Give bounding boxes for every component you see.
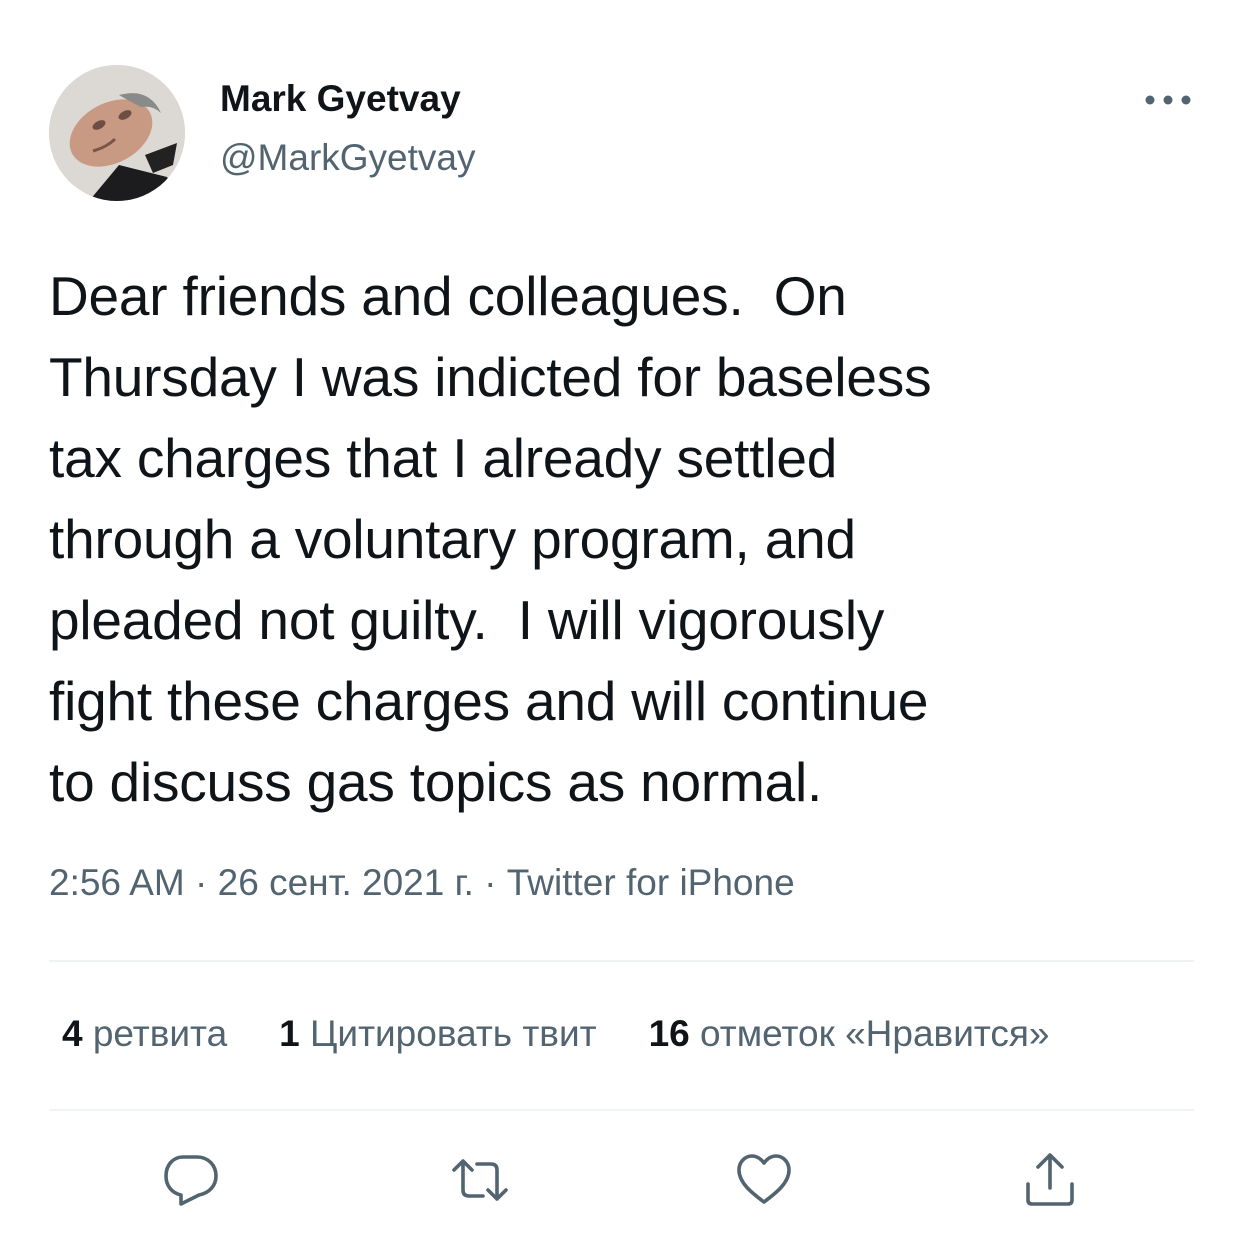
author-name[interactable]: Mark Gyetvay <box>220 78 461 120</box>
tweet-text-line: tax charges that I already settled <box>49 427 838 489</box>
reply-button[interactable] <box>161 1150 221 1210</box>
tweet-text-line: Dear friends and colleagues. On <box>49 265 847 327</box>
tweet-text: Dear friends and colleagues. On Thursday… <box>49 256 1199 823</box>
more-options-button[interactable] <box>1136 84 1200 116</box>
tweet-time[interactable]: 2:56 AM <box>49 862 185 903</box>
tweet-source[interactable]: Twitter for iPhone <box>507 862 795 903</box>
avatar-photo <box>49 65 185 201</box>
quotes-label: Цитировать твит <box>299 1013 597 1054</box>
meta-separator: · <box>473 862 507 903</box>
reply-icon <box>164 1155 218 1206</box>
tweet-card: Mark Gyetvay @MarkGyetvay Dear friends a… <box>0 0 1242 1242</box>
retweets-count: 4 <box>62 1013 83 1054</box>
tweet-text-line: pleaded not guilty. I will vigorously <box>49 589 885 651</box>
like-button[interactable] <box>734 1150 794 1210</box>
meta-separator: · <box>184 862 218 903</box>
divider <box>49 1109 1194 1111</box>
quotes-stat[interactable]: 1 Цитировать твит <box>279 1013 596 1055</box>
more-icon <box>1145 95 1191 105</box>
tweet-text-line: fight these charges and will continue <box>49 670 929 732</box>
share-icon <box>1026 1153 1074 1206</box>
tweet-text-line: Thursday I was indicted for baseless <box>49 346 932 408</box>
retweets-stat[interactable]: 4 ретвита <box>62 1013 227 1055</box>
avatar[interactable] <box>49 65 185 201</box>
retweet-button[interactable] <box>450 1150 510 1210</box>
retweet-icon <box>452 1159 508 1201</box>
tweet-date[interactable]: 26 сент. 2021 г. <box>218 862 474 903</box>
quotes-count: 1 <box>279 1013 300 1054</box>
divider <box>49 960 1194 962</box>
likes-stat[interactable]: 16 отметок «Нравится» <box>649 1013 1050 1055</box>
tweet-text-line: through a voluntary program, and <box>49 508 856 570</box>
heart-icon <box>737 1154 791 1204</box>
likes-label: отметок «Нравится» <box>689 1013 1050 1054</box>
tweet-text-line: to discuss gas topics as normal. <box>49 751 823 813</box>
author-handle[interactable]: @MarkGyetvay <box>220 137 476 179</box>
tweet-stats: 4 ретвита 1 Цитировать твит 16 отметок «Нр… <box>62 1013 1050 1055</box>
likes-count: 16 <box>648 1013 690 1054</box>
retweets-label: ретвита <box>82 1013 228 1054</box>
share-button[interactable] <box>1020 1150 1080 1210</box>
tweet-meta: 2:56 AM · 26 сент. 2021 г. · Twitter for… <box>49 862 795 904</box>
